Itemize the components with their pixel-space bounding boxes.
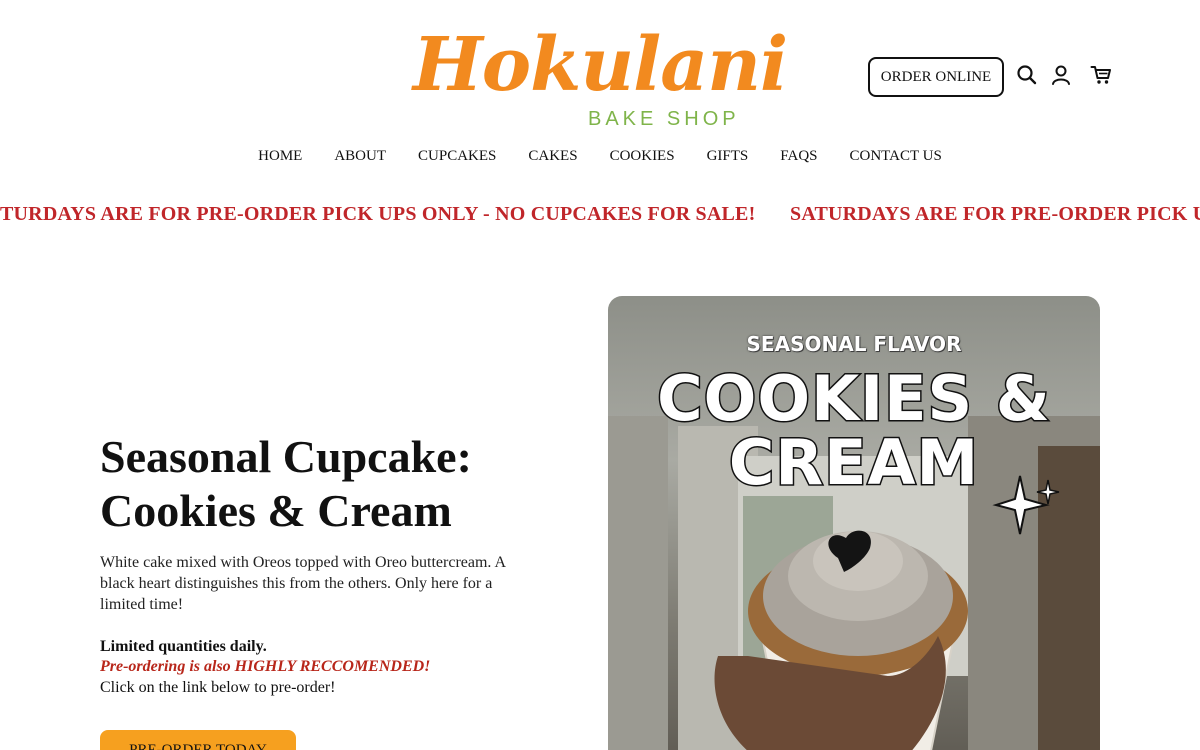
nav-item-about[interactable]: ABOUT xyxy=(318,146,402,167)
hero-click-note: Click on the link below to pre-order! xyxy=(100,679,336,696)
hero-title-line-1: Seasonal Cupcake: xyxy=(100,431,472,482)
nav-item-faqs[interactable]: FAQS xyxy=(764,146,833,167)
promo-headline-line-1: COOKIES & xyxy=(656,361,1052,437)
brand-logo-script: Hokulani xyxy=(412,22,788,108)
hero-limited-note: Limited quantities daily. xyxy=(100,638,267,655)
main-nav: HOME ABOUT CUPCAKES CAKES COOKIES GIFTS … xyxy=(0,146,1200,167)
search-icon[interactable] xyxy=(1016,64,1038,86)
account-icon[interactable] xyxy=(1050,64,1072,86)
brand-logo-tagline: BAKE SHOP xyxy=(588,108,740,130)
order-online-button[interactable]: ORDER ONLINE xyxy=(868,57,1004,97)
hero-description: White cake mixed with Oreos topped with … xyxy=(100,554,506,613)
nav-item-home[interactable]: HOME xyxy=(242,146,318,167)
announcement-text: TURDAYS ARE FOR PRE-ORDER PICK UPS ONLY … xyxy=(0,203,756,225)
hero-title-line-2: Cookies & Cream xyxy=(100,485,452,536)
announcement-text-repeat: SATURDAYS ARE FOR PRE-ORDER PICK UPS ONL… xyxy=(790,203,1200,225)
nav-item-cookies[interactable]: COOKIES xyxy=(594,146,691,167)
brand-logo[interactable]: Hokulani BAKE SHOP xyxy=(400,20,800,135)
nav-item-cupcakes[interactable]: CUPCAKES xyxy=(402,146,512,167)
cart-icon[interactable] xyxy=(1090,64,1112,86)
nav-item-contact-us[interactable]: CONTACT US xyxy=(834,146,958,167)
preorder-button[interactable]: PRE-ORDER TODAY xyxy=(100,730,296,750)
nav-item-gifts[interactable]: GIFTS xyxy=(691,146,765,167)
hero-title: Seasonal Cupcake: Cookies & Cream xyxy=(100,430,560,538)
promo-headline-line-2: CREAM xyxy=(727,425,980,501)
promo-image: SEASONAL FLAVOR COOKIES & CREAM xyxy=(608,296,1100,750)
promo-kicker: SEASONAL FLAVOR xyxy=(746,332,962,356)
hero-preorder-note: Pre-ordering is also HIGHLY RECCOMENDED! xyxy=(100,658,431,675)
announcement-marquee: TURDAYS ARE FOR PRE-ORDER PICK UPS ONLY … xyxy=(0,203,1200,233)
nav-item-cakes[interactable]: CAKES xyxy=(512,146,593,167)
